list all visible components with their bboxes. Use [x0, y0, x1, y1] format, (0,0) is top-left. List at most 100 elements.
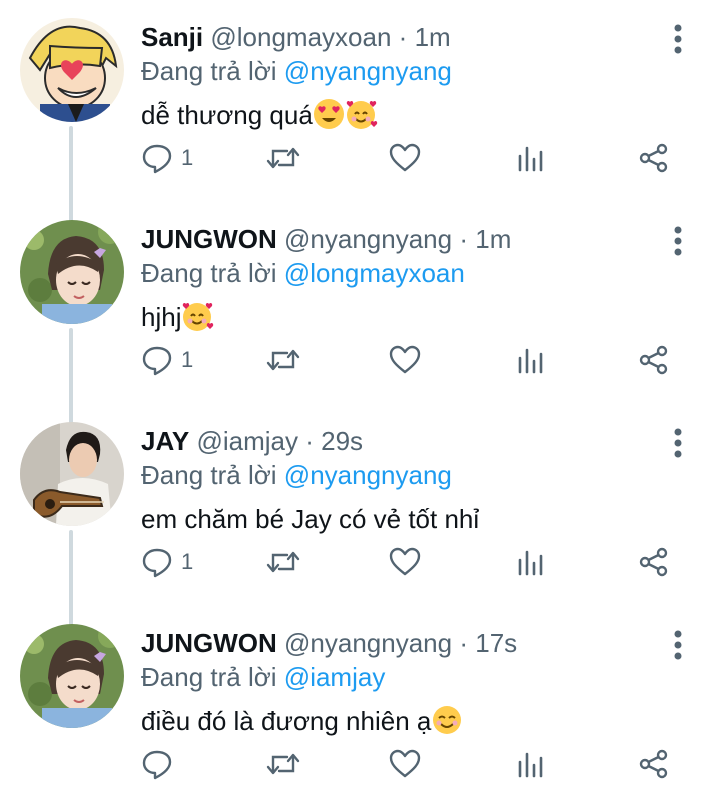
like-button[interactable]	[388, 138, 422, 178]
heart-eyes-emoji	[313, 98, 345, 138]
replying-to-label: Đang trả lời	[141, 460, 277, 490]
tweet-header: JUNGWON @nyangnyang · 1m	[141, 222, 511, 256]
replying-to: Đang trả lời @iamjay	[141, 660, 385, 694]
tweet[interactable]: JAY @iamjay · 29s Đang trả lời @nyangnya…	[0, 404, 720, 606]
replying-to-label: Đang trả lời	[141, 56, 277, 86]
share-icon	[638, 546, 670, 578]
analytics-button[interactable]	[516, 744, 546, 784]
analytics-icon	[516, 748, 546, 780]
display-name[interactable]: JUNGWON	[141, 628, 277, 658]
display-name[interactable]: JUNGWON	[141, 224, 277, 254]
reply-icon	[141, 546, 173, 578]
analytics-icon	[516, 142, 546, 174]
display-name[interactable]: JAY	[141, 426, 189, 456]
mention-link[interactable]: @nyangnyang	[284, 56, 452, 86]
tweet-header: Sanji @longmayxoan · 1m	[141, 20, 451, 54]
tweet-actions: 1	[0, 138, 720, 178]
tweet-actions	[0, 744, 720, 784]
display-name[interactable]: Sanji	[141, 22, 203, 52]
more-options-icon[interactable]	[664, 628, 692, 662]
mention-link[interactable]: @nyangnyang	[284, 460, 452, 490]
analytics-button[interactable]	[516, 138, 546, 178]
heart-icon	[388, 748, 422, 780]
replying-to: Đang trả lời @nyangnyang	[141, 54, 452, 88]
analytics-button[interactable]	[516, 542, 546, 582]
avatar[interactable]	[20, 220, 124, 324]
reply-icon	[141, 142, 173, 174]
share-button[interactable]	[638, 542, 670, 582]
like-button[interactable]	[388, 542, 422, 582]
avatar[interactable]	[20, 18, 124, 122]
tweet[interactable]: JUNGWON @nyangnyang · 1m Đang trả lời @l…	[0, 202, 720, 404]
share-button[interactable]	[638, 340, 670, 380]
reply-button[interactable]	[141, 744, 181, 784]
reply-count: 1	[181, 145, 194, 170]
share-icon	[638, 748, 670, 780]
analytics-button[interactable]	[516, 340, 546, 380]
timestamp[interactable]: 1m	[475, 224, 511, 254]
retweet-icon	[265, 344, 301, 376]
mention-link[interactable]: @iamjay	[284, 662, 386, 692]
avatar[interactable]	[20, 422, 124, 526]
replying-to-label: Đang trả lời	[141, 258, 277, 288]
tweet-text-content: dễ thương quá	[141, 100, 313, 130]
reply-button[interactable]: 1	[141, 542, 193, 582]
tweet-text: điều đó là đương nhiên ạ	[141, 704, 463, 744]
smiling-face-emoji	[431, 704, 463, 744]
retweet-button[interactable]	[265, 744, 301, 784]
more-options-icon[interactable]	[664, 426, 692, 460]
tweet-text-content: em chăm bé Jay có vẻ tốt nhỉ	[141, 504, 480, 534]
separator-dot: ·	[459, 224, 468, 254]
like-button[interactable]	[388, 340, 422, 380]
tweet-text: hjhj	[141, 300, 215, 340]
share-button[interactable]	[638, 744, 670, 784]
more-options-icon[interactable]	[664, 22, 692, 56]
reply-button[interactable]: 1	[141, 340, 193, 380]
reply-icon	[141, 748, 173, 780]
user-handle[interactable]: @nyangnyang	[284, 628, 452, 658]
heart-icon	[388, 142, 422, 174]
user-handle[interactable]: @nyangnyang	[284, 224, 452, 254]
user-handle[interactable]: @iamjay	[196, 426, 298, 456]
avatar[interactable]	[20, 624, 124, 728]
timestamp[interactable]: 29s	[321, 426, 363, 456]
reply-icon	[141, 344, 173, 376]
user-handle[interactable]: @longmayxoan	[210, 22, 391, 52]
smiling-hearts-emoji	[345, 98, 379, 138]
replying-to-label: Đang trả lời	[141, 662, 277, 692]
timestamp[interactable]: 17s	[475, 628, 517, 658]
replying-to: Đang trả lời @nyangnyang	[141, 458, 452, 492]
mention-link[interactable]: @longmayxoan	[284, 258, 465, 288]
heart-icon	[388, 546, 422, 578]
retweet-button[interactable]	[265, 138, 301, 178]
tweet-header: JAY @iamjay · 29s	[141, 424, 363, 458]
tweet[interactable]: Sanji @longmayxoan · 1m Đang trả lời @ny…	[0, 0, 720, 202]
retweet-button[interactable]	[265, 340, 301, 380]
heart-icon	[388, 344, 422, 376]
analytics-icon	[516, 344, 546, 376]
share-icon	[638, 142, 670, 174]
reply-count: 1	[181, 549, 194, 574]
share-button[interactable]	[638, 138, 670, 178]
replying-to: Đang trả lời @longmayxoan	[141, 256, 465, 290]
share-icon	[638, 344, 670, 376]
retweet-icon	[265, 748, 301, 780]
reply-button[interactable]: 1	[141, 138, 193, 178]
like-button[interactable]	[388, 744, 422, 784]
tweet-header: JUNGWON @nyangnyang · 17s	[141, 626, 517, 660]
separator-dot: ·	[305, 426, 314, 456]
timestamp[interactable]: 1m	[415, 22, 451, 52]
tweet-text-content: hjhj	[141, 302, 182, 332]
analytics-icon	[516, 546, 546, 578]
retweet-icon	[265, 546, 301, 578]
tweet-text: dễ thương quá	[141, 98, 379, 138]
separator-dot: ·	[459, 628, 468, 658]
tweet-actions: 1	[0, 542, 720, 582]
reply-count: 1	[181, 347, 194, 372]
retweet-button[interactable]	[265, 542, 301, 582]
tweet-actions: 1	[0, 340, 720, 380]
smiling-hearts-emoji	[181, 300, 215, 340]
tweet[interactable]: JUNGWON @nyangnyang · 17s Đang trả lời @…	[0, 606, 720, 808]
more-options-icon[interactable]	[664, 224, 692, 258]
retweet-icon	[265, 142, 301, 174]
